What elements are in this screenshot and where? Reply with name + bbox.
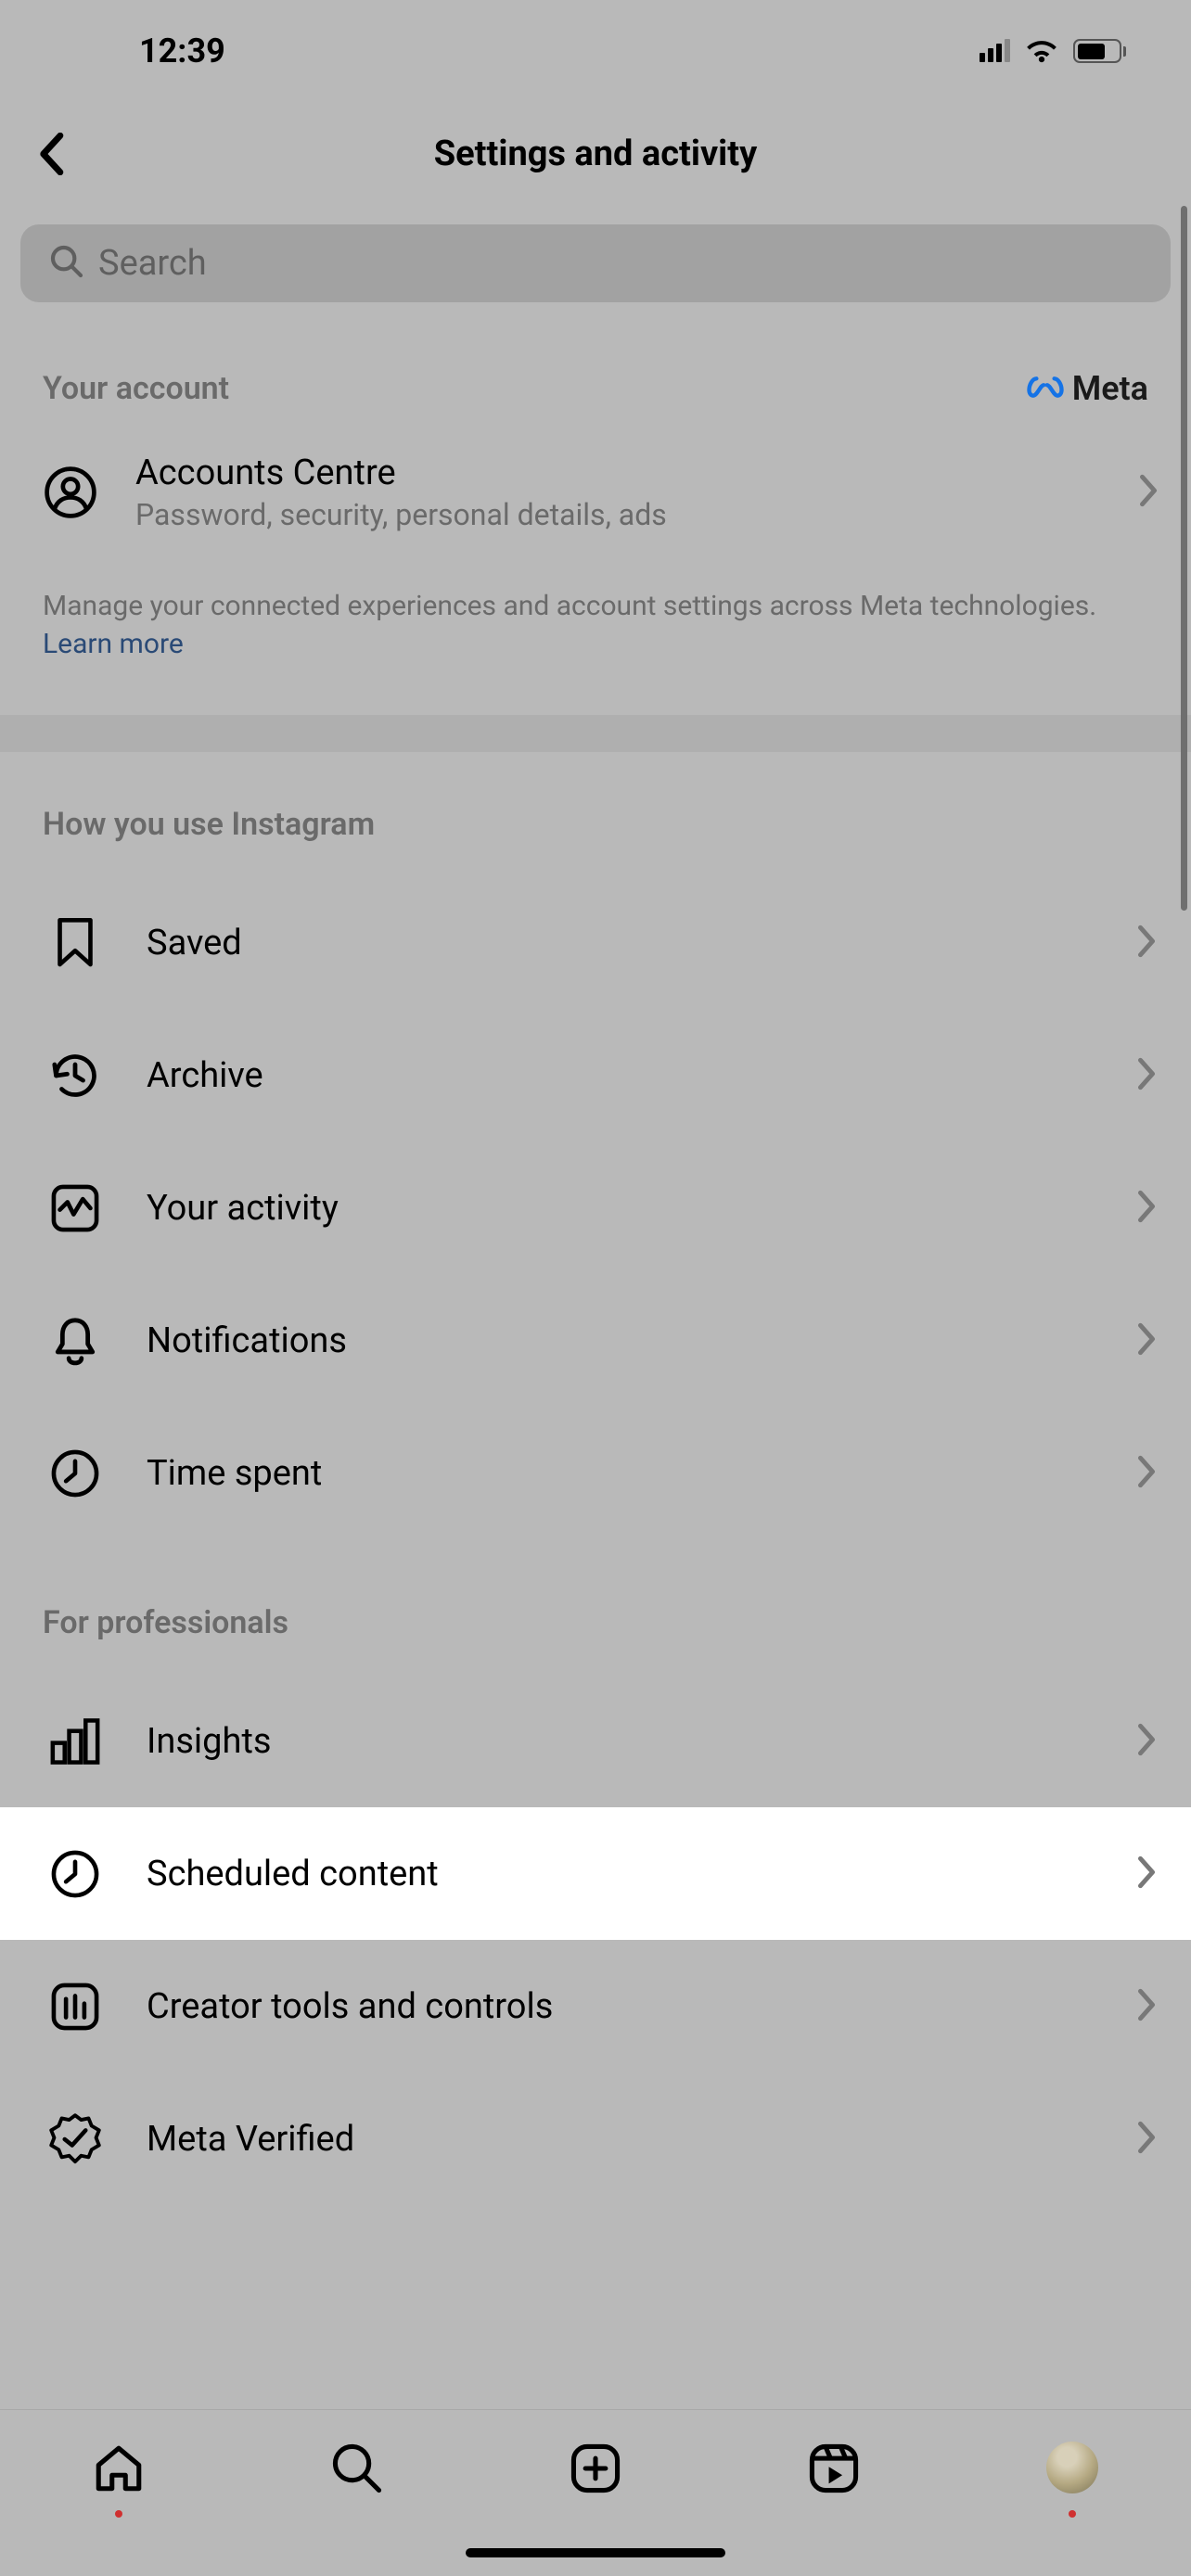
learn-more-link[interactable]: Learn more — [43, 628, 184, 660]
chevron-right-icon — [1137, 1988, 1156, 2025]
row-creator-tools[interactable]: Creator tools and controls — [0, 1940, 1191, 2072]
home-indicator[interactable] — [466, 2548, 725, 2557]
status-indicators — [980, 34, 1126, 68]
status-bar: 12:39 — [0, 0, 1191, 102]
nav-reels[interactable] — [801, 2442, 866, 2506]
row-scheduled-content[interactable]: Scheduled content — [0, 1807, 1191, 1940]
user-circle-icon — [43, 465, 98, 519]
scrollbar[interactable] — [1181, 206, 1187, 911]
search-icon — [48, 243, 85, 284]
account-footer-text: Manage your connected experiences and ac… — [0, 549, 1191, 715]
row-label: Notifications — [147, 1320, 1095, 1361]
notification-dot — [115, 2510, 122, 2518]
accounts-centre-title: Accounts Centre — [135, 453, 1102, 493]
chevron-right-icon — [1137, 1855, 1156, 1893]
section-your-account-header: Your account Meta — [0, 315, 1191, 408]
bar-chart-icon — [46, 1715, 104, 1767]
nav-profile[interactable] — [1040, 2442, 1105, 2506]
accounts-centre-subtitle: Password, security, personal details, ad… — [135, 497, 1102, 532]
section-professionals-header: For professionals — [0, 1550, 1191, 1641]
page-header: Settings and activity — [0, 102, 1191, 206]
nav-home[interactable] — [86, 2442, 151, 2506]
row-label: Scheduled content — [147, 1854, 1095, 1894]
chevron-right-icon — [1139, 474, 1158, 511]
status-time: 12:39 — [139, 32, 225, 70]
bell-icon — [46, 1314, 104, 1368]
row-label: Creator tools and controls — [147, 1986, 1095, 2027]
clock-icon — [46, 1848, 104, 1900]
cellular-icon — [980, 40, 1010, 62]
content-scroll[interactable]: Search Your account Meta Accounts Centre… — [0, 206, 1191, 2409]
chevron-right-icon — [1137, 1723, 1156, 1760]
chevron-right-icon — [1137, 1322, 1156, 1359]
chevron-right-icon — [1137, 2121, 1156, 2158]
clock-icon — [46, 1447, 104, 1499]
meta-brand-badge: Meta — [1026, 369, 1148, 408]
chevron-right-icon — [1137, 925, 1156, 962]
controls-icon — [46, 1981, 104, 2033]
row-label: Time spent — [147, 1453, 1095, 1494]
search-input[interactable]: Search — [20, 224, 1171, 302]
row-label: Insights — [147, 1721, 1095, 1762]
account-footer-pre: Manage your connected experiences and ac… — [43, 590, 1096, 622]
section-label-professionals: For professionals — [43, 1604, 288, 1641]
section-usage-header: How you use Instagram — [0, 752, 1191, 843]
profile-avatar — [1046, 2442, 1098, 2493]
nav-create[interactable] — [563, 2442, 628, 2506]
nav-search[interactable] — [325, 2442, 390, 2506]
page-title: Settings and activity — [0, 134, 1191, 174]
bookmark-icon — [46, 917, 104, 969]
history-icon — [46, 1049, 104, 1103]
row-saved[interactable]: Saved — [0, 876, 1191, 1009]
battery-icon — [1073, 39, 1126, 63]
row-label: Saved — [147, 923, 1095, 963]
row-notifications[interactable]: Notifications — [0, 1274, 1191, 1407]
meta-logo-icon — [1026, 369, 1065, 408]
row-label: Meta Verified — [147, 2119, 1095, 2160]
chevron-right-icon — [1137, 1057, 1156, 1094]
row-insights[interactable]: Insights — [0, 1675, 1191, 1807]
row-meta-verified[interactable]: Meta Verified — [0, 2072, 1191, 2205]
section-label-account: Your account — [43, 370, 229, 407]
row-time-spent[interactable]: Time spent — [0, 1407, 1191, 1539]
row-label: Your activity — [147, 1188, 1095, 1229]
section-label-usage: How you use Instagram — [43, 806, 375, 843]
meta-brand-label: Meta — [1072, 369, 1148, 408]
wifi-icon — [1023, 34, 1060, 68]
chevron-right-icon — [1137, 1190, 1156, 1227]
row-accounts-centre[interactable]: Accounts Centre Password, security, pers… — [0, 408, 1191, 549]
section-divider — [0, 715, 1191, 752]
row-archive[interactable]: Archive — [0, 1009, 1191, 1141]
verified-badge-icon — [46, 2112, 104, 2166]
search-placeholder: Search — [98, 243, 207, 284]
activity-icon — [46, 1182, 104, 1234]
row-your-activity[interactable]: Your activity — [0, 1141, 1191, 1274]
back-button[interactable] — [28, 131, 74, 177]
notification-dot — [1069, 2510, 1076, 2518]
row-label: Archive — [147, 1055, 1095, 1096]
chevron-right-icon — [1137, 1455, 1156, 1492]
